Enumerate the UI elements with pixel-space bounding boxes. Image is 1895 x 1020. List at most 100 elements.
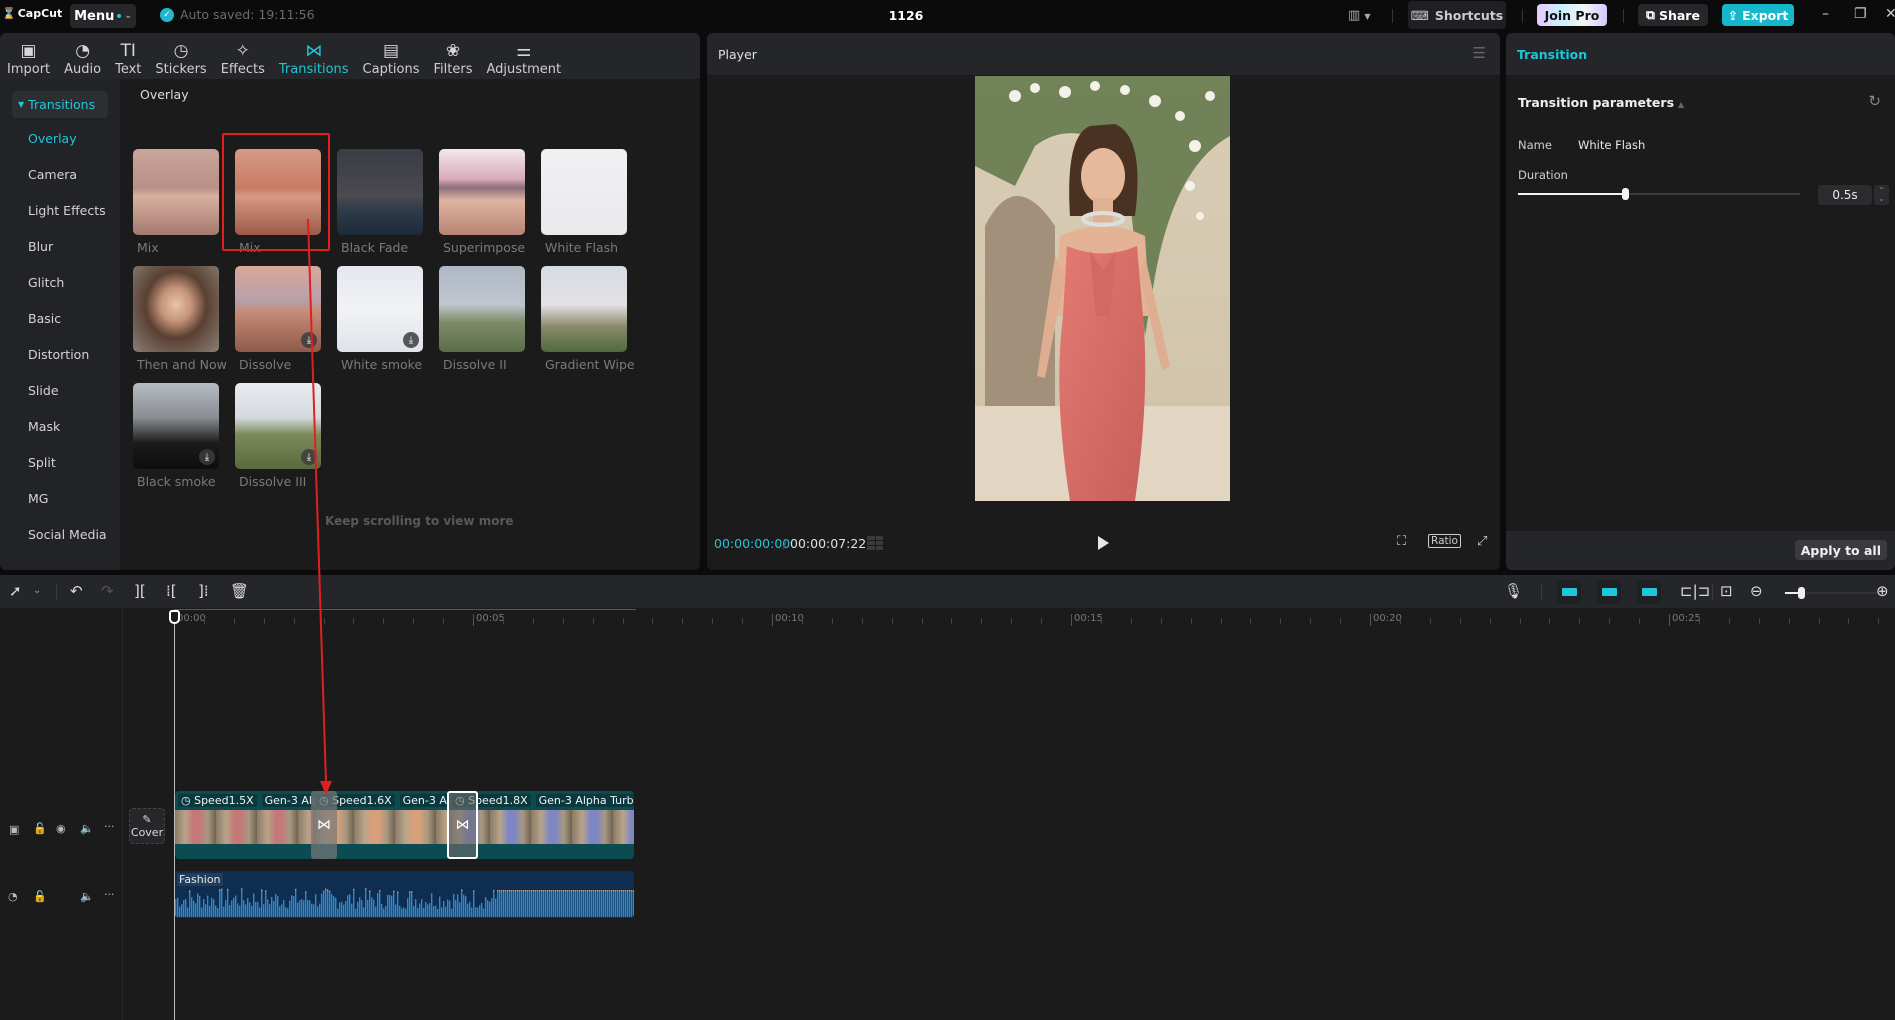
transition-tile-black-smoke[interactable]: ⤓ [133,383,219,469]
tab-import[interactable]: ▣ Import [0,33,57,77]
export-button[interactable]: ⇪ Export [1722,4,1794,26]
timeline-zoom-slider[interactable] [1785,587,1880,599]
split-icon[interactable]: ][ [134,582,146,600]
play-button[interactable] [1098,536,1109,550]
main-track-magnet-button[interactable] [1557,580,1581,604]
apply-to-all-button[interactable]: Apply to all [1794,540,1887,560]
download-icon[interactable]: ⤓ [199,449,215,465]
category-group-transitions[interactable]: ▼ Transitions [12,91,108,118]
zoom-slider-thumb[interactable] [1797,587,1805,599]
transition-tile-dissolve[interactable]: ⤓ [235,266,321,352]
video-preview[interactable] [975,76,1230,501]
waveform-bar [201,907,203,917]
split-left-icon[interactable]: ⁞[ [166,582,177,600]
duration-input[interactable]: 0.5s [1818,185,1872,205]
preview-axis-icon[interactable]: ⊏|⊐ [1680,582,1710,600]
restore-icon[interactable]: ❐ [1854,6,1867,22]
category-mg[interactable]: MG [28,491,48,506]
audio-track[interactable]: Fashion [175,871,634,918]
minimize-icon[interactable]: – [1822,6,1829,22]
tab-text[interactable]: TI Text [108,33,148,77]
eye-icon[interactable]: ◉ [56,822,66,835]
duration-slider-thumb[interactable] [1622,188,1630,200]
more-icon[interactable]: ··· [104,820,115,833]
volume-icon[interactable]: 🔈 [80,822,94,835]
transition-tile-white-flash[interactable] [541,149,627,235]
category-slide[interactable]: Slide [28,383,59,398]
zoom-fit-icon[interactable]: ⛶ [1397,534,1406,549]
tab-effects[interactable]: ✧ Effects [214,33,272,77]
download-icon[interactable]: ⤓ [301,332,317,348]
transition-tile-dissolve-iii[interactable]: ⤓ [235,383,321,469]
transition-parameters-heading[interactable]: Transition parameters ▲ [1518,95,1684,110]
close-icon[interactable]: ✕ [1885,6,1895,22]
category-light-effects[interactable]: Light Effects [28,203,106,218]
tab-filters[interactable]: ❀ Filters [427,33,480,77]
chevron-down-icon[interactable]: ⌄ [1878,195,1885,203]
share-button[interactable]: ⧉ Share [1638,4,1708,26]
tab-transitions[interactable]: ⋈ Transitions [272,33,356,77]
category-glitch[interactable]: Glitch [28,275,64,290]
redo-icon[interactable]: ↷ [101,582,114,600]
category-social-media[interactable]: Social Media [28,527,107,542]
playhead-handle[interactable] [169,610,180,624]
tab-stickers[interactable]: ◷ Stickers [148,33,213,77]
transition-marker[interactable]: ⋈ [311,791,337,859]
linkage-button[interactable] [1637,580,1661,604]
duration-slider[interactable] [1518,188,1800,200]
transition-marker-selected[interactable]: ⋈ [447,791,478,859]
download-icon[interactable]: ⤓ [301,449,317,465]
link-icon [1641,588,1657,596]
join-pro-button[interactable]: Join Pro [1537,4,1607,26]
category-blur[interactable]: Blur [28,239,53,254]
waveform-peak [461,889,463,891]
duration-stepper[interactable]: ⌃ ⌄ [1874,185,1889,205]
reset-icon[interactable]: ↻ [1868,92,1881,110]
inspector-tab-transition[interactable]: Transition [1517,47,1587,62]
waveform-bar [621,891,623,917]
waveform-peak [583,890,585,892]
fullscreen-icon[interactable]: ⤢ [1477,534,1487,549]
transition-tile-dissolve-ii[interactable] [439,266,525,352]
microphone-icon[interactable]: 🎙 [1504,582,1523,600]
zoom-out-icon[interactable]: ⊖ [1750,582,1763,600]
category-camera[interactable]: Camera [28,167,77,182]
transition-tile-gradient-wipe[interactable] [541,266,627,352]
chevron-down-icon[interactable]: ⌄ [33,585,41,596]
category-split[interactable]: Split [28,455,56,470]
cover-button[interactable]: ✎ Cover [129,808,165,844]
ratio-button[interactable]: Ratio [1428,534,1461,548]
transition-tile-superimpose[interactable] [439,149,525,235]
transition-tile-mix[interactable] [133,149,219,235]
auto-snapping-button[interactable] [1597,580,1621,604]
zoom-to-fit-icon[interactable]: ⊡ [1720,582,1733,600]
video-clip[interactable]: ◷ Speed1.5X Gen-3 Alpha Turbo [175,791,313,859]
divider [1541,584,1542,600]
delete-icon[interactable]: 🗑 [230,582,249,600]
volume-icon[interactable]: 🔈 [80,890,94,903]
split-right-icon[interactable]: ]⁞ [198,582,209,600]
waveform-bar [183,900,185,917]
hamburger-menu-icon[interactable]: ☰ [1473,44,1486,62]
category-overlay[interactable]: Overlay [28,131,77,146]
transition-tile-black-fade[interactable] [337,149,423,235]
lock-icon[interactable]: 🔓 [33,890,47,903]
undo-icon[interactable]: ↶ [70,582,83,600]
layout-icon[interactable]: ▥ ▼ [1348,8,1371,23]
tab-audio[interactable]: ◔ Audio [57,33,108,77]
waveform-bar [203,899,205,917]
transition-tile-then-and-now[interactable] [133,266,219,352]
lock-icon[interactable]: 🔓 [33,822,47,835]
zoom-in-icon[interactable]: ⊕ [1876,582,1889,600]
category-mask[interactable]: Mask [28,419,60,434]
download-icon[interactable]: ⤓ [403,332,419,348]
category-distortion[interactable]: Distortion [28,347,89,362]
more-icon[interactable]: ··· [104,888,115,901]
video-track[interactable]: ◷ Speed1.5XGen-3 Alpha Turbo◷ Speed1.6XG… [175,791,634,859]
tab-adjustment[interactable]: ⚌ Adjustment [479,33,568,77]
select-cursor-icon[interactable]: ➚ [9,582,22,600]
tab-captions[interactable]: ▤ Captions [356,33,427,77]
transition-tile-white-smoke[interactable]: ⤓ [337,266,423,352]
category-basic[interactable]: Basic [28,311,61,326]
shortcuts-button[interactable]: ⌨ Shortcuts [1408,1,1506,29]
